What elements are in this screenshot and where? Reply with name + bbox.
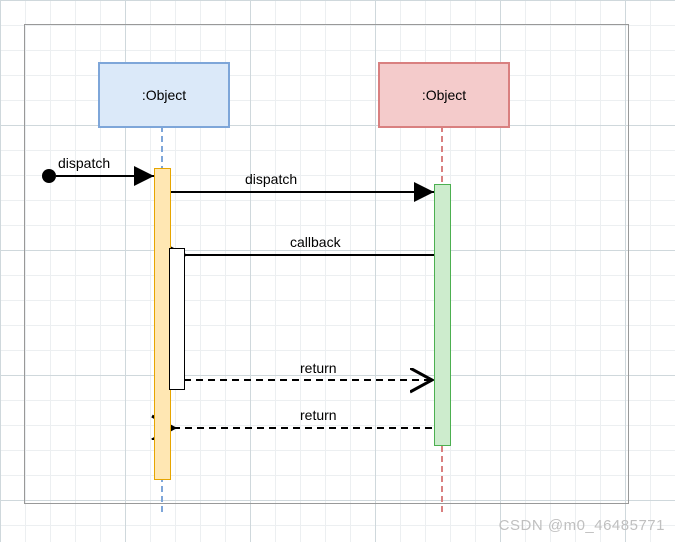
label-outer-return: return	[300, 407, 337, 423]
activation-right[interactable]	[434, 184, 451, 446]
label-dispatch: dispatch	[245, 171, 297, 187]
activation-left-nested[interactable]	[169, 248, 185, 390]
label-start-dispatch: dispatch	[58, 155, 110, 171]
found-message-origin	[42, 169, 56, 183]
diagram-canvas[interactable]: :Object :Object	[0, 0, 675, 542]
label-inner-return: return	[300, 360, 337, 376]
arrow-layer	[0, 0, 675, 542]
label-callback: callback	[290, 234, 341, 250]
watermark: CSDN @m0_46485771	[499, 517, 665, 534]
